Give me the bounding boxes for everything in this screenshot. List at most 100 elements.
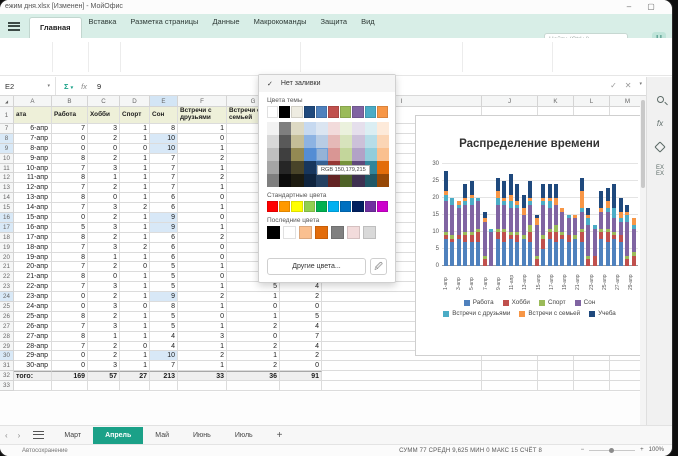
shade-swatch[interactable]	[304, 135, 316, 148]
grid-cell[interactable]: 1	[178, 183, 227, 193]
shade-swatch[interactable]	[377, 174, 389, 187]
shade-swatch[interactable]	[340, 122, 352, 135]
grid-cell[interactable]: 213	[150, 371, 178, 381]
grid-cell[interactable]: 0	[178, 243, 227, 253]
theme-color-swatch[interactable]	[328, 106, 339, 118]
stacked-bar[interactable]	[619, 198, 623, 266]
column-header-A[interactable]: A	[14, 96, 52, 107]
standard-color-swatch[interactable]	[304, 201, 315, 213]
grid-cell[interactable]: 2	[88, 154, 120, 164]
grid-cell[interactable]: 7	[52, 243, 88, 253]
grid-cell[interactable]: 2	[88, 292, 120, 302]
grid-cell[interactable]: 5	[227, 282, 280, 292]
shade-swatch[interactable]	[316, 135, 328, 148]
grid-cell[interactable]: 6	[150, 233, 178, 243]
row-number[interactable]: 18	[0, 233, 14, 243]
grid-cell[interactable]: 1	[88, 253, 120, 263]
row-number[interactable]: 24	[0, 292, 14, 302]
export-panel-icon[interactable]: ЕХЕХ	[647, 159, 672, 183]
grid-cell[interactable]: 0	[178, 253, 227, 263]
row-number[interactable]: 25	[0, 302, 14, 312]
grid-cell[interactable]: 1	[178, 342, 227, 352]
search-icon[interactable]	[647, 87, 672, 111]
grid-cell[interactable]: 8	[52, 312, 88, 322]
add-sheet-button[interactable]: +	[265, 430, 295, 441]
grid-cell[interactable]: 1	[178, 322, 227, 332]
shade-swatch[interactable]	[377, 122, 389, 135]
grid-cell[interactable]: 36	[227, 371, 280, 381]
grid-cell[interactable]: 7	[150, 154, 178, 164]
grid-cell[interactable]: 2	[88, 262, 120, 272]
stacked-bar[interactable]	[528, 181, 532, 266]
stacked-bar[interactable]	[612, 184, 616, 266]
shade-swatch[interactable]	[267, 122, 279, 135]
grid-cell[interactable]	[482, 381, 538, 391]
date-cell[interactable]: 10-апр	[14, 164, 52, 174]
grid-cell[interactable]: 1	[120, 253, 150, 263]
grid-cell[interactable]: 0	[52, 134, 88, 144]
grid-cell[interactable]: 27	[120, 371, 150, 381]
row-number[interactable]: 27	[0, 322, 14, 332]
autosum-icon[interactable]: Σ ▾	[64, 82, 73, 91]
row-number[interactable]: 32	[0, 371, 14, 381]
grid-cell[interactable]: 1	[120, 134, 150, 144]
grid-cell[interactable]: 2	[88, 342, 120, 352]
grid-cell[interactable]: 1	[178, 361, 227, 371]
column-header-C[interactable]: C	[88, 96, 120, 107]
shade-swatch[interactable]	[267, 148, 279, 161]
confirm-entry-icon[interactable]: ✓	[610, 81, 617, 90]
stacked-bar[interactable]	[489, 229, 493, 266]
theme-color-swatch[interactable]	[267, 106, 278, 118]
date-cell[interactable]: 16-апр	[14, 223, 52, 233]
minimize-button[interactable]: –	[622, 2, 636, 12]
shade-swatch[interactable]	[279, 122, 291, 135]
row-number[interactable]: 29	[0, 342, 14, 352]
grid-cell[interactable]: 0	[52, 361, 88, 371]
grid-cell[interactable]: 1	[178, 144, 227, 154]
grid-cell[interactable]	[538, 371, 574, 381]
shade-swatch[interactable]	[279, 135, 291, 148]
column-header-E[interactable]: E	[150, 96, 178, 107]
function-panel-icon[interactable]: fx	[647, 111, 672, 135]
shade-swatch[interactable]	[316, 174, 328, 187]
row-number[interactable]: 30	[0, 351, 14, 361]
date-cell[interactable]: 9-апр	[14, 154, 52, 164]
stacked-bar[interactable]	[535, 215, 539, 266]
stacked-bar[interactable]	[593, 225, 597, 266]
theme-color-swatch[interactable]	[279, 106, 290, 118]
grid-cell[interactable]: 6	[150, 193, 178, 203]
grid-cell[interactable]: 0	[227, 302, 280, 312]
grid-cell[interactable]: 1	[120, 361, 150, 371]
shade-swatch[interactable]	[279, 174, 291, 187]
scrollbar-thumb[interactable]	[641, 100, 645, 188]
stacked-bar[interactable]	[463, 184, 467, 266]
shade-swatch[interactable]	[365, 122, 377, 135]
date-cell[interactable]: 22-апр	[14, 282, 52, 292]
grid-cell[interactable]: 0	[88, 272, 120, 282]
grid-cell[interactable]	[574, 381, 610, 391]
expand-formula-bar-icon[interactable]: ▾	[639, 81, 642, 90]
row-number[interactable]: 19	[0, 243, 14, 253]
grid-cell[interactable]: 7	[52, 183, 88, 193]
grid-cell[interactable]: 1	[120, 332, 150, 342]
standard-color-swatch[interactable]	[352, 201, 363, 213]
grid-cell[interactable]: 7	[150, 361, 178, 371]
stacked-bar[interactable]	[548, 184, 552, 266]
column-header-K[interactable]: K	[538, 96, 574, 107]
grid-cell[interactable]: 7	[150, 164, 178, 174]
grid-cell[interactable]: 8	[52, 173, 88, 183]
shade-swatch[interactable]	[377, 148, 389, 161]
shade-swatch[interactable]	[352, 174, 364, 187]
grid-cell[interactable]: 2	[280, 292, 322, 302]
grid-cell[interactable]: 8	[150, 124, 178, 134]
grid-cell[interactable]: 1	[88, 173, 120, 183]
grid-cell[interactable]	[574, 371, 610, 381]
shade-swatch[interactable]	[365, 174, 377, 187]
cell-name-box[interactable]: E2▾	[0, 77, 56, 95]
grid-cell[interactable]: 0	[88, 144, 120, 154]
grid-cell[interactable]	[322, 371, 482, 381]
standard-color-swatch[interactable]	[316, 201, 327, 213]
grid-cell[interactable]: 0	[52, 213, 88, 223]
grid-cell[interactable]	[150, 381, 178, 391]
date-cell[interactable]: 24-апр	[14, 302, 52, 312]
